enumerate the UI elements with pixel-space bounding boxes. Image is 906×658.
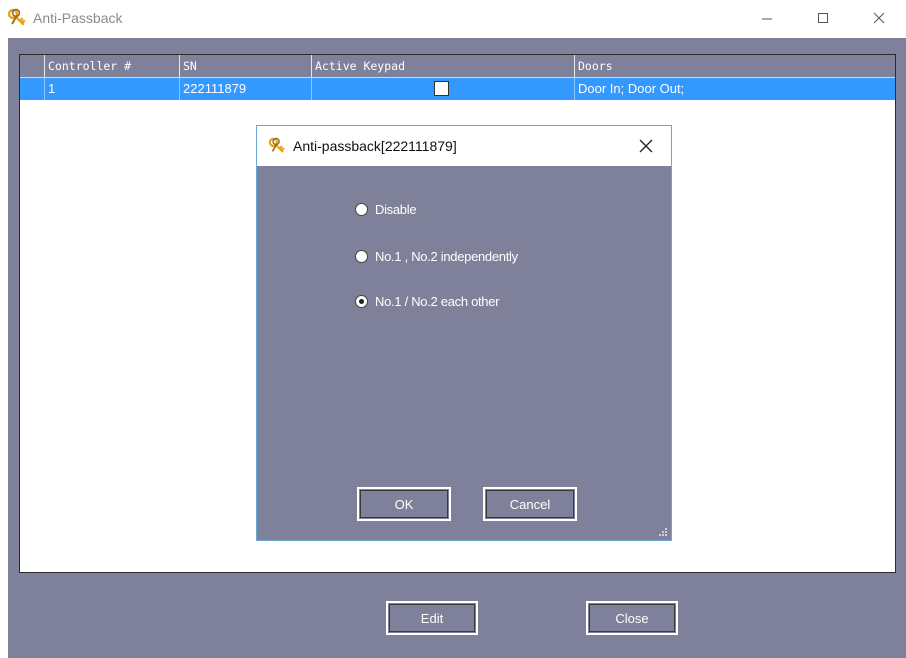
window-titlebar: Anti-Passback [0, 0, 906, 38]
close-icon [639, 139, 653, 153]
radio-label: Disable [375, 201, 417, 217]
column-header-sn[interactable]: SN [179, 55, 311, 77]
radio-button[interactable] [355, 294, 368, 308]
window-close-button[interactable] [856, 0, 902, 36]
maximize-button[interactable] [800, 0, 846, 36]
cell-active-keypad[interactable] [311, 78, 574, 100]
dialog-title: Anti-passback[222111879] [293, 138, 457, 154]
table-row[interactable]: 1 222111879 Door In; Door Out; [20, 78, 895, 100]
row-header-corner [20, 55, 44, 77]
keys-icon [268, 137, 285, 153]
anti-passback-dialog: Anti-passback[222111879] Disable No.1 , … [256, 125, 672, 541]
radio-button[interactable] [355, 249, 368, 263]
cell-sn[interactable]: 222111879 [179, 78, 311, 100]
maximize-icon [818, 13, 828, 23]
keys-icon [7, 8, 26, 26]
dialog-close-button[interactable] [633, 134, 659, 158]
column-header-controller[interactable]: Controller # [44, 55, 179, 77]
minimize-button[interactable] [744, 0, 790, 36]
active-keypad-checkbox[interactable] [434, 81, 449, 96]
resize-grip-icon[interactable] [658, 527, 668, 537]
radio-label: No.1 / No.2 each other [375, 293, 500, 309]
radio-independently[interactable]: No.1 , No.2 independently [355, 247, 518, 265]
radio-each-other[interactable]: No.1 / No.2 each other [355, 292, 500, 310]
cell-doors[interactable]: Door In; Door Out; [574, 78, 895, 100]
window-title: Anti-Passback [33, 10, 123, 26]
dialog-titlebar: Anti-passback[222111879] [257, 126, 671, 166]
minimize-icon [762, 18, 772, 20]
row-selector[interactable] [20, 78, 44, 100]
ok-button[interactable]: OK [357, 487, 451, 521]
column-header-doors[interactable]: Doors [574, 55, 895, 77]
edit-button[interactable]: Edit [386, 601, 478, 635]
column-header-active-keypad[interactable]: Active Keypad [311, 55, 574, 77]
grid-header: Controller # SN Active Keypad Doors [20, 55, 895, 78]
cancel-button[interactable]: Cancel [483, 487, 577, 521]
close-button[interactable]: Close [586, 601, 678, 635]
radio-disable[interactable]: Disable [355, 200, 417, 218]
radio-button[interactable] [355, 202, 368, 216]
close-icon [873, 12, 885, 24]
cell-controller[interactable]: 1 [44, 78, 179, 100]
radio-label: No.1 , No.2 independently [375, 248, 518, 264]
